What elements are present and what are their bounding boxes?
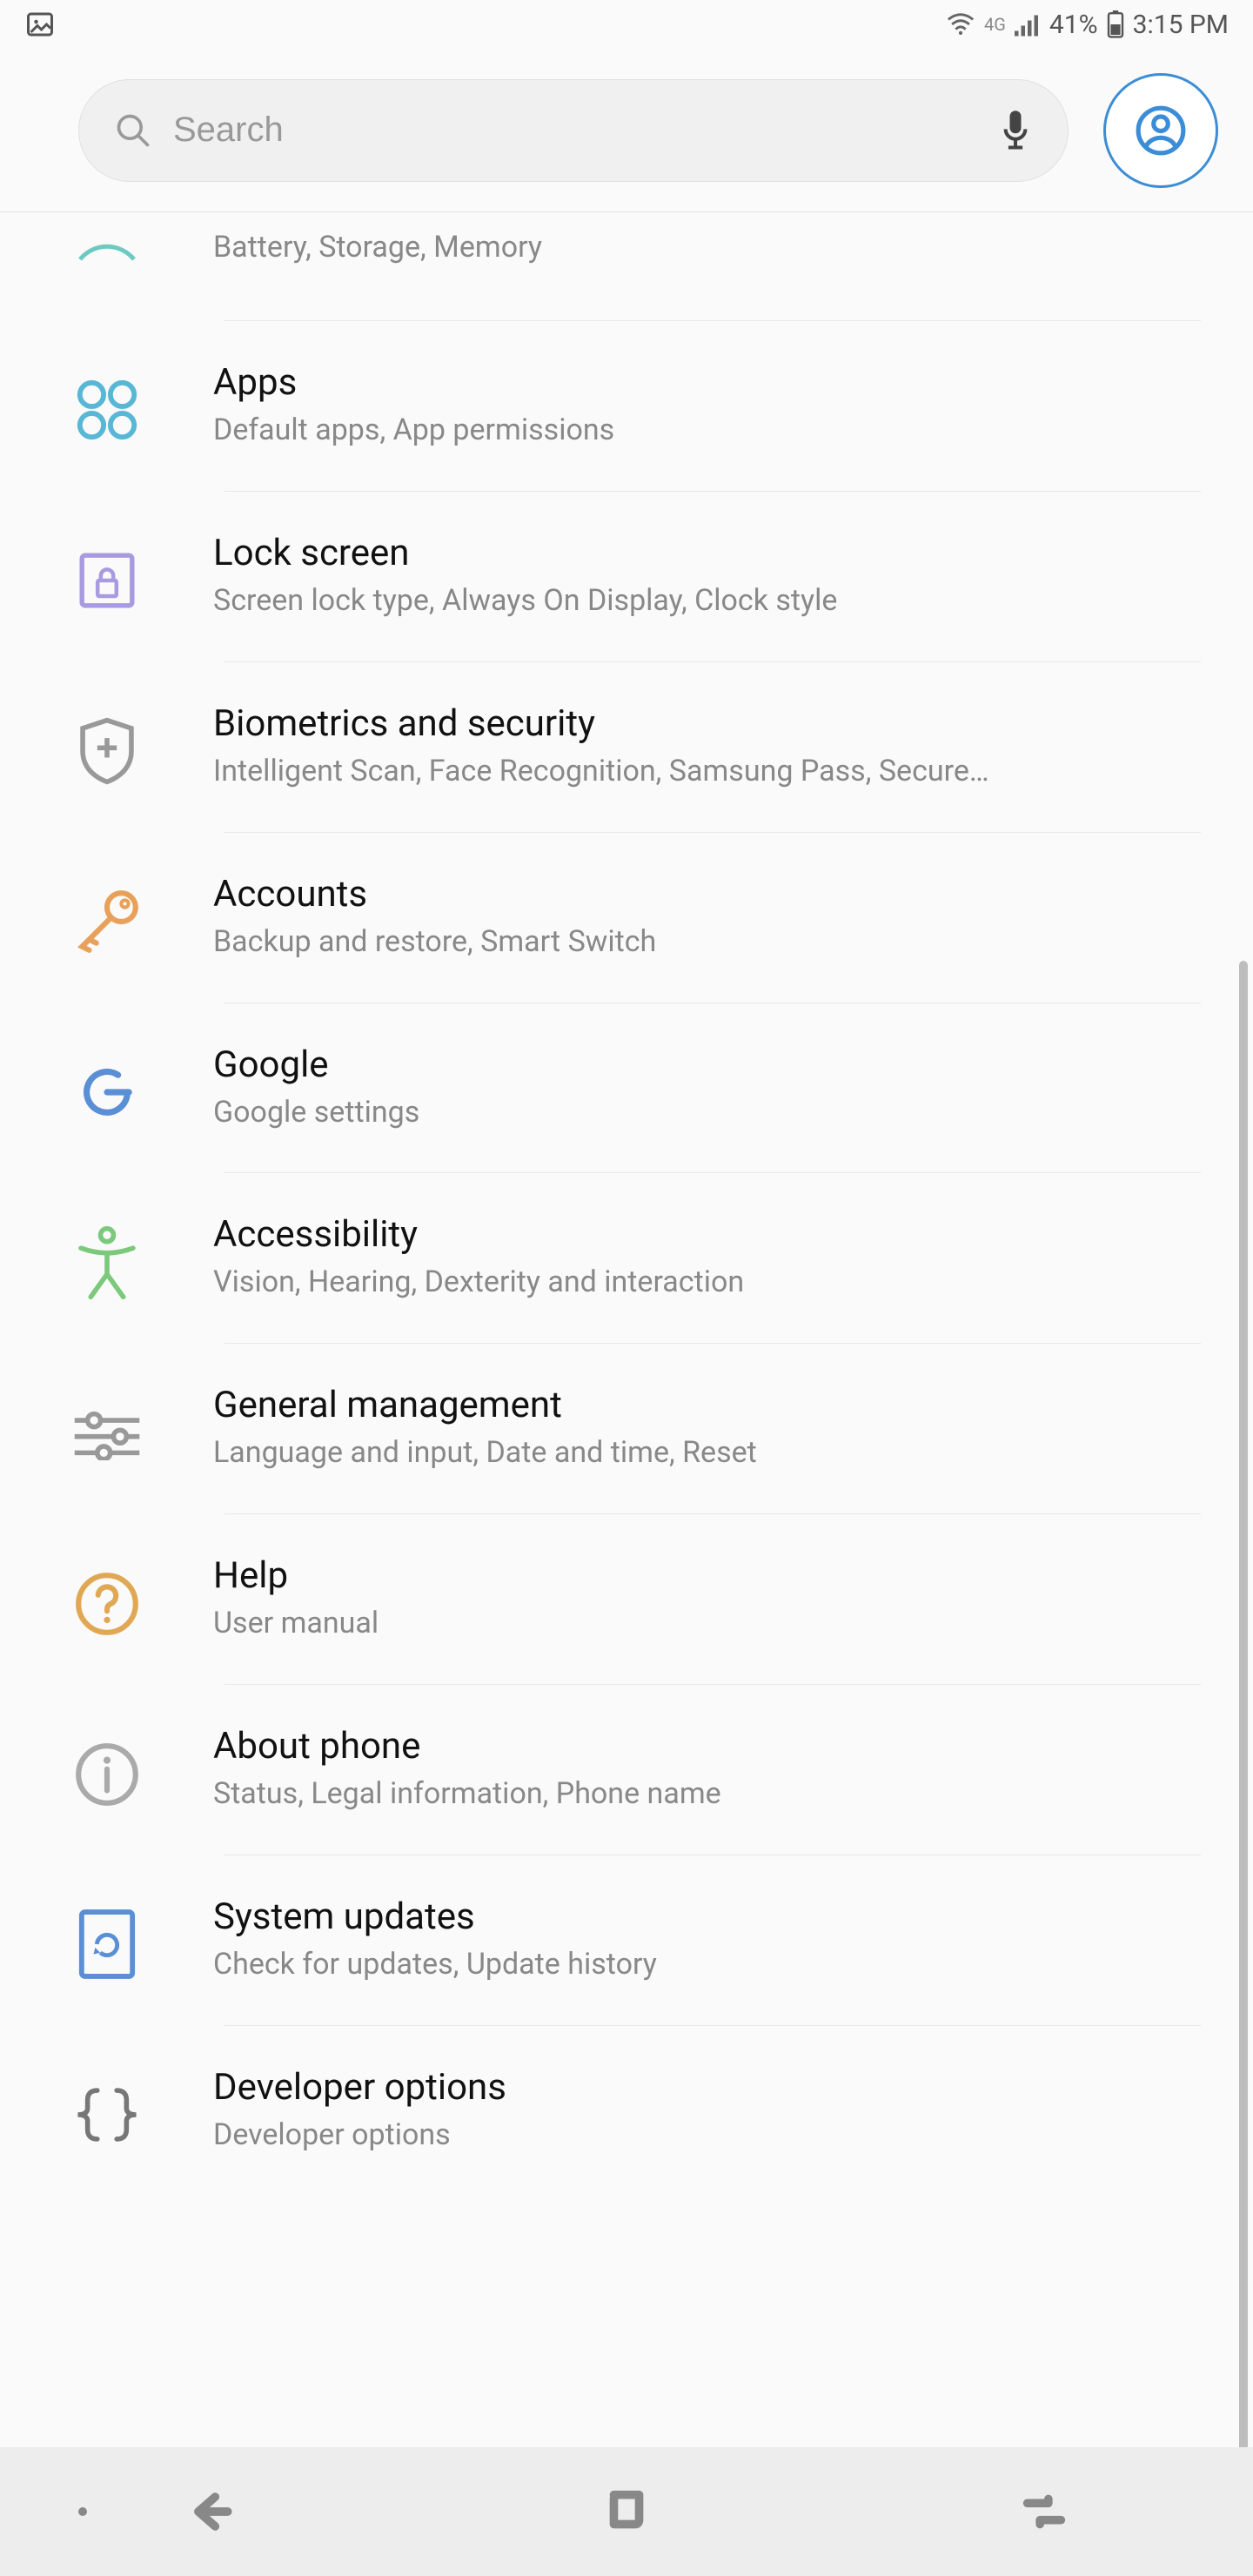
item-subtitle: Battery, Storage, Memory	[213, 228, 1149, 268]
item-subtitle: Screen lock type, Always On Display, Clo…	[213, 581, 1149, 621]
item-title: Apps	[213, 361, 1149, 404]
item-subtitle: Check for updates, Update history	[213, 1945, 1149, 1985]
item-subtitle: Developer options	[213, 2116, 1149, 2156]
settings-item-accounts[interactable]: Accounts Backup and restore, Smart Switc…	[0, 833, 1253, 1003]
item-subtitle: Status, Legal information, Phone name	[213, 1774, 1149, 1815]
item-subtitle: Default apps, App permissions	[213, 411, 1149, 451]
item-title: Biometrics and security	[213, 702, 1149, 745]
nav-bar	[0, 2447, 1253, 2576]
item-subtitle: Vision, Hearing, Dexterity and interacti…	[213, 1263, 1149, 1303]
settings-item-google[interactable]: Google Google settings	[0, 1003, 1253, 1173]
settings-list: Battery, Storage, Memory Apps Default ap…	[0, 212, 1253, 2180]
back-button[interactable]	[0, 2486, 418, 2537]
mic-icon[interactable]	[998, 108, 1033, 153]
item-title: General management	[213, 1384, 1149, 1426]
wifi-icon	[946, 11, 975, 37]
header	[0, 49, 1253, 212]
settings-item-general-management[interactable]: General management Language and input, D…	[0, 1344, 1253, 1513]
item-subtitle: Backup and restore, Smart Switch	[213, 922, 1149, 963]
google-icon	[71, 1057, 143, 1128]
device-care-icon	[71, 212, 143, 284]
item-subtitle: Google settings	[213, 1093, 1149, 1133]
settings-item-about-phone[interactable]: About phone Status, Legal information, P…	[0, 1685, 1253, 1855]
recents-button[interactable]	[835, 2486, 1253, 2537]
item-title: Accounts	[213, 873, 1149, 916]
item-subtitle: Language and input, Date and time, Reset	[213, 1433, 1149, 1473]
shield-icon	[71, 715, 143, 787]
search-input[interactable]	[173, 111, 977, 150]
item-title: Google	[213, 1043, 1149, 1086]
item-subtitle: User manual	[213, 1604, 1149, 1644]
settings-item-system-updates[interactable]: System updates Check for updates, Update…	[0, 1855, 1253, 2025]
item-title: Lock screen	[213, 532, 1149, 574]
scrollbar[interactable]	[1239, 961, 1248, 2576]
settings-item-device-care[interactable]: Battery, Storage, Memory	[0, 212, 1253, 320]
help-icon	[71, 1568, 143, 1640]
search-field[interactable]	[78, 79, 1069, 182]
apps-icon	[71, 374, 143, 446]
item-title: About phone	[213, 1725, 1149, 1768]
key-icon	[71, 886, 143, 957]
item-title: System updates	[213, 1895, 1149, 1938]
network-type-label: 4G	[984, 14, 1006, 35]
info-icon	[71, 1739, 143, 1810]
settings-item-accessibility[interactable]: Accessibility Vision, Hearing, Dexterity…	[0, 1173, 1253, 1343]
lock-screen-icon	[71, 545, 143, 616]
settings-item-developer-options[interactable]: Developer options Developer options	[0, 2026, 1253, 2180]
update-icon	[71, 1909, 143, 1980]
settings-item-help[interactable]: Help User manual	[0, 1514, 1253, 1684]
item-title: Developer options	[213, 2066, 1149, 2109]
profile-button[interactable]	[1103, 73, 1218, 188]
clock-label: 3:15 PM	[1133, 10, 1229, 40]
item-title: Help	[213, 1554, 1149, 1597]
signal-icon	[1015, 12, 1041, 37]
gallery-icon	[24, 9, 56, 40]
item-subtitle: Intelligent Scan, Face Recognition, Sams…	[213, 752, 1149, 792]
item-title: Accessibility	[213, 1213, 1149, 1256]
person-icon	[1134, 104, 1188, 158]
home-button[interactable]	[418, 2486, 835, 2537]
battery-icon	[1107, 10, 1124, 38]
status-bar: 4G 41% 3:15 PM	[0, 0, 1253, 49]
sliders-icon	[71, 1398, 143, 1469]
search-icon	[114, 111, 152, 150]
accessibility-icon	[71, 1227, 143, 1298]
settings-item-biometrics[interactable]: Biometrics and security Intelligent Scan…	[0, 662, 1253, 832]
braces-icon	[71, 2079, 143, 2150]
settings-item-apps[interactable]: Apps Default apps, App permissions	[0, 321, 1253, 491]
battery-percent: 41%	[1049, 10, 1098, 40]
nav-dot	[78, 2507, 87, 2516]
settings-item-lock-screen[interactable]: Lock screen Screen lock type, Always On …	[0, 492, 1253, 661]
